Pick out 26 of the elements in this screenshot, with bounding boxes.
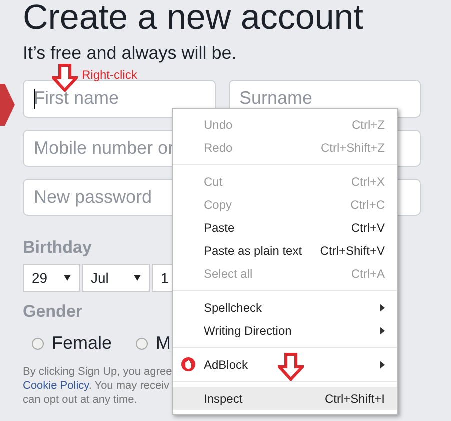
radio-label: Female bbox=[52, 332, 112, 355]
subtitle: It’s free and always will be. bbox=[23, 42, 237, 64]
menu-item[interactable]: Inspect Ctrl+Shift+I bbox=[173, 387, 397, 410]
date-dropdown[interactable]: Jul bbox=[82, 264, 150, 292]
hand-icon bbox=[181, 357, 196, 372]
page-title: Create a new account bbox=[23, 0, 364, 36]
terms-text: By clicking Sign Up, you agree Cookie Policy. You may receiv can opt out at any time. bbox=[23, 365, 172, 407]
birthday-label: Birthday bbox=[23, 238, 92, 258]
submenu-arrow-icon bbox=[380, 360, 385, 368]
radio-label: M bbox=[156, 332, 172, 355]
menu-item[interactable]: Paste Ctrl+V bbox=[173, 216, 397, 239]
radio-button[interactable] bbox=[32, 338, 44, 350]
menu-item[interactable]: Writing Direction bbox=[173, 319, 397, 342]
cookie-policy-link[interactable]: Cookie Policy bbox=[23, 380, 89, 392]
down-arrow-icon bbox=[52, 64, 78, 92]
submenu-arrow-icon bbox=[380, 304, 385, 312]
menu-item[interactable]: Paste as plain text Ctrl+Shift+V bbox=[173, 239, 397, 262]
caret-icon bbox=[64, 275, 71, 281]
arrow-icon bbox=[0, 84, 16, 126]
gender-label: Gender bbox=[23, 302, 83, 322]
caret-icon bbox=[134, 275, 141, 281]
submenu-arrow-icon bbox=[380, 326, 385, 334]
date-dropdown[interactable]: 29 bbox=[23, 264, 80, 292]
down-arrow-icon bbox=[278, 353, 304, 381]
radio-button[interactable] bbox=[136, 338, 148, 350]
menu-item[interactable]: Spellcheck bbox=[173, 296, 397, 319]
